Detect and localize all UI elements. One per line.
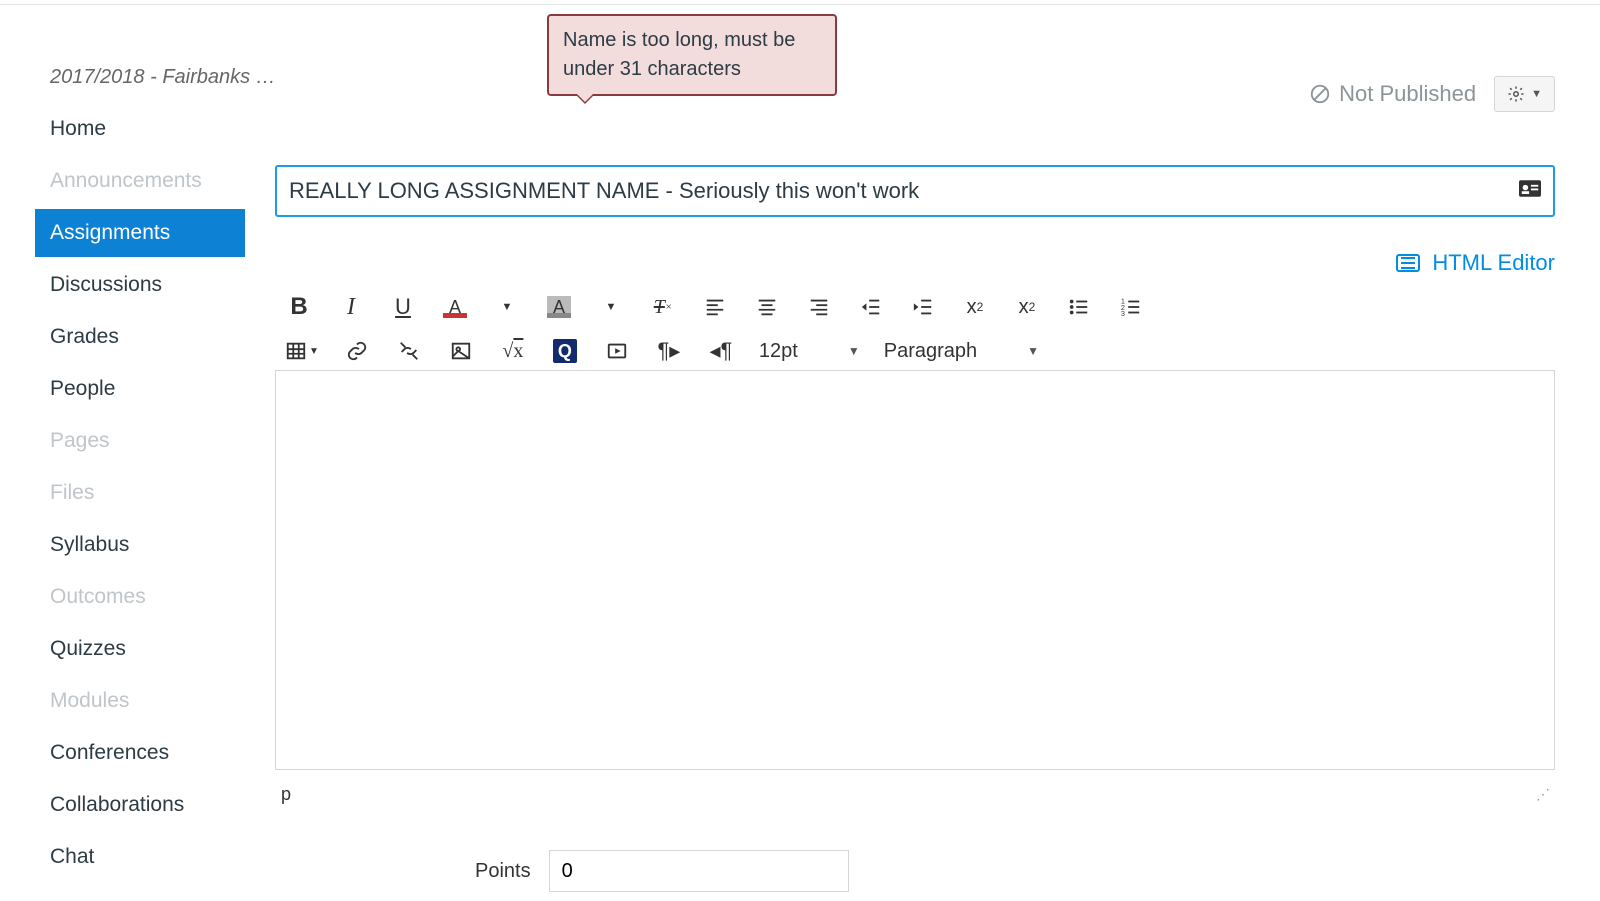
sidebar-item-outcomes[interactable]: Outcomes <box>35 573 245 621</box>
link-button[interactable] <box>343 337 371 365</box>
quizzes-embed-button[interactable]: Q <box>551 337 579 365</box>
svg-text:3: 3 <box>1121 309 1125 318</box>
sidebar-item-chat[interactable]: Chat <box>35 833 245 881</box>
html-editor-label: HTML Editor <box>1432 250 1555 276</box>
points-label: Points <box>475 860 531 883</box>
html-editor-toggle[interactable]: HTML Editor <box>1396 250 1555 276</box>
chevron-down-icon: ▼ <box>848 344 860 358</box>
bg-color-caret[interactable]: ▼ <box>597 293 625 321</box>
bg-color-button[interactable]: A <box>545 293 573 321</box>
equation-button[interactable]: √x <box>499 337 527 365</box>
id-card-icon <box>1519 180 1541 203</box>
underline-button[interactable]: U <box>389 293 417 321</box>
text-color-button[interactable]: A <box>441 293 469 321</box>
subscript-button[interactable]: x2 <box>1013 293 1041 321</box>
sidebar-item-assignments[interactable]: Assignments <box>35 209 245 257</box>
sidebar-item-discussions[interactable]: Discussions <box>35 261 245 309</box>
assignment-name-input[interactable] <box>275 165 1555 217</box>
editor-element-path[interactable]: p <box>281 784 291 805</box>
media-button[interactable] <box>603 337 631 365</box>
keyboard-icon <box>1396 254 1420 272</box>
image-button[interactable] <box>447 337 475 365</box>
numbered-list-button[interactable]: 123 <box>1117 293 1145 321</box>
gear-icon <box>1507 85 1525 103</box>
ltr-button[interactable]: ¶▸ <box>655 337 683 365</box>
bullet-list-button[interactable] <box>1065 293 1093 321</box>
resize-handle-icon[interactable]: ⋰ <box>1536 786 1549 803</box>
sidebar-item-modules[interactable]: Modules <box>35 677 245 725</box>
italic-button[interactable]: I <box>337 293 365 321</box>
sidebar-item-syllabus[interactable]: Syllabus <box>35 521 245 569</box>
sidebar-item-announcements[interactable]: Announcements <box>35 157 245 205</box>
unpublished-icon <box>1309 83 1331 105</box>
sidebar-item-quizzes[interactable]: Quizzes <box>35 625 245 673</box>
superscript-button[interactable]: x2 <box>961 293 989 321</box>
align-left-button[interactable] <box>701 293 729 321</box>
font-size-select[interactable]: 12pt ▼ <box>759 340 860 363</box>
sidebar-item-files[interactable]: Files <box>35 469 245 517</box>
block-format-value: Paragraph <box>884 340 977 363</box>
chevron-down-icon: ▼ <box>1027 344 1039 358</box>
outdent-button[interactable] <box>857 293 885 321</box>
rich-text-editor-body[interactable] <box>275 370 1555 770</box>
font-size-value: 12pt <box>759 340 798 363</box>
block-format-select[interactable]: Paragraph ▼ <box>884 340 1039 363</box>
publish-status: Not Published <box>1309 81 1476 107</box>
chevron-down-icon: ▼ <box>1531 88 1542 100</box>
text-color-caret[interactable]: ▼ <box>493 293 521 321</box>
sidebar-item-home[interactable]: Home <box>35 105 245 153</box>
clear-formatting-button[interactable]: T× <box>649 293 677 321</box>
unlink-button[interactable] <box>395 337 423 365</box>
align-center-button[interactable] <box>753 293 781 321</box>
assignment-edit-main: Not Published ▼ HTML Editor B I U A <box>245 60 1600 901</box>
table-button[interactable]: ▼ <box>285 337 319 365</box>
publish-status-text: Not Published <box>1339 81 1476 107</box>
settings-menu-button[interactable]: ▼ <box>1494 76 1555 112</box>
bold-button[interactable]: B <box>285 293 313 321</box>
sidebar-item-pages[interactable]: Pages <box>35 417 245 465</box>
points-input[interactable] <box>549 850 849 892</box>
course-nav-sidebar: Home Announcements Assignments Discussio… <box>0 60 245 901</box>
sidebar-item-collaborations[interactable]: Collaborations <box>35 781 245 829</box>
validation-tooltip: Name is too long, must be under 31 chara… <box>547 14 837 96</box>
sidebar-item-conferences[interactable]: Conferences <box>35 729 245 777</box>
rtl-button[interactable]: ◂¶ <box>707 337 735 365</box>
sidebar-item-people[interactable]: People <box>35 365 245 413</box>
rich-text-toolbar: B I U A ▼ A ▼ T× x2 x2 123 <box>275 285 1555 373</box>
align-right-button[interactable] <box>805 293 833 321</box>
indent-button[interactable] <box>909 293 937 321</box>
sidebar-item-grades[interactable]: Grades <box>35 313 245 361</box>
